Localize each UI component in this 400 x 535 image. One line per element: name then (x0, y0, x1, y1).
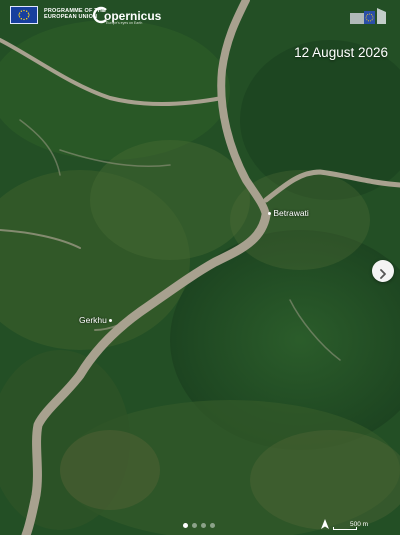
carousel-pagination (183, 523, 217, 529)
place-label-gerkhu: Gerkhu (79, 315, 113, 325)
satellite-map (0, 0, 400, 535)
copernicus-tagline: Europe's eyes on Earth (106, 21, 143, 25)
north-arrow-icon (321, 519, 329, 529)
place-name: Betrawati (273, 208, 309, 218)
next-slide-button[interactable] (372, 260, 394, 282)
pagination-dot[interactable] (201, 523, 206, 528)
pagination-dot[interactable] (210, 523, 215, 528)
place-marker-dot (109, 319, 113, 323)
pagination-dot[interactable] (183, 523, 188, 528)
chevron-right-icon (380, 268, 386, 279)
scale-bar: 500 m (333, 520, 389, 532)
partner-logos-icon (350, 8, 386, 24)
place-name: Gerkhu (79, 315, 107, 325)
satellite-image-viewer: PROGRAMME OF THE EUROPEAN UNION opernicu… (0, 0, 400, 535)
eu-flag-icon (10, 6, 38, 24)
image-date: 12 August 2026 (294, 45, 388, 60)
place-marker-dot (268, 212, 271, 216)
pagination-dot[interactable] (192, 523, 197, 528)
place-label-betrawati: Betrawati (268, 208, 309, 218)
header-branding: PROGRAMME OF THE EUROPEAN UNION opernicu… (0, 0, 400, 34)
scale-bar-label: 500 m (350, 521, 369, 528)
